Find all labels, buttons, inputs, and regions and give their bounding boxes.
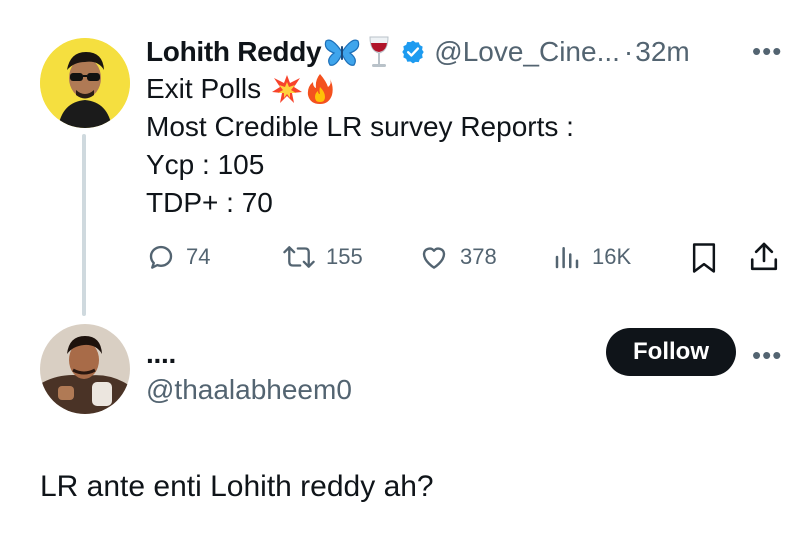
reply-count: 74 bbox=[186, 244, 211, 269]
bookmark-button[interactable] bbox=[690, 242, 718, 279]
views-icon bbox=[555, 247, 579, 269]
collision-emoji-icon bbox=[271, 74, 303, 104]
follow-button[interactable]: Follow bbox=[606, 328, 736, 376]
tweet-line: Most Credible LR survey Reports : bbox=[146, 111, 574, 142]
reply-icon bbox=[149, 245, 173, 269]
more-options-icon[interactable]: ••• bbox=[752, 36, 782, 67]
reply-author-handle[interactable]: @thaalabheem0 bbox=[146, 374, 352, 406]
share-button[interactable] bbox=[748, 240, 780, 279]
tweet-text: Exit Polls Most Credible LR survey Repor… bbox=[146, 70, 706, 222]
author-name[interactable]: Lohith Reddy bbox=[146, 36, 322, 68]
avatar[interactable] bbox=[40, 38, 130, 128]
separator-dot: · bbox=[623, 36, 634, 67]
author-handle[interactable]: @Love_Cine... bbox=[434, 36, 620, 68]
reply-text: LR ante enti Lohith reddy ah? bbox=[40, 470, 434, 503]
views-button[interactable]: 16K bbox=[552, 242, 631, 272]
like-count: 378 bbox=[460, 244, 497, 269]
tweet-header: Lohith Reddy @Love_Cine... · 32m bbox=[146, 32, 690, 72]
retweet-count: 155 bbox=[326, 244, 363, 269]
tweet-line: Ycp : 105 bbox=[146, 149, 265, 180]
butterfly-emoji-icon bbox=[324, 37, 360, 67]
tweet-line: TDP+ : 70 bbox=[146, 187, 273, 218]
views-count: 16K bbox=[592, 244, 632, 269]
tweet-line: Exit Polls bbox=[146, 73, 262, 104]
tweet-time[interactable]: 32m bbox=[635, 36, 689, 68]
share-icon bbox=[750, 242, 778, 271]
bookmark-icon bbox=[692, 243, 716, 273]
more-options-icon[interactable]: ••• bbox=[752, 340, 782, 371]
thread-line bbox=[82, 134, 86, 316]
like-button[interactable]: 378 bbox=[418, 242, 497, 272]
retweet-icon bbox=[283, 246, 315, 268]
wine-glass-emoji-icon bbox=[368, 35, 390, 69]
avatar[interactable] bbox=[40, 324, 130, 414]
reply-button[interactable]: 74 bbox=[146, 242, 210, 272]
heart-icon bbox=[422, 247, 446, 269]
reply-author-name[interactable]: .... bbox=[146, 338, 176, 370]
retweet-button[interactable]: 155 bbox=[282, 242, 363, 272]
fire-emoji-icon bbox=[307, 73, 333, 105]
verified-badge-icon bbox=[400, 39, 426, 65]
